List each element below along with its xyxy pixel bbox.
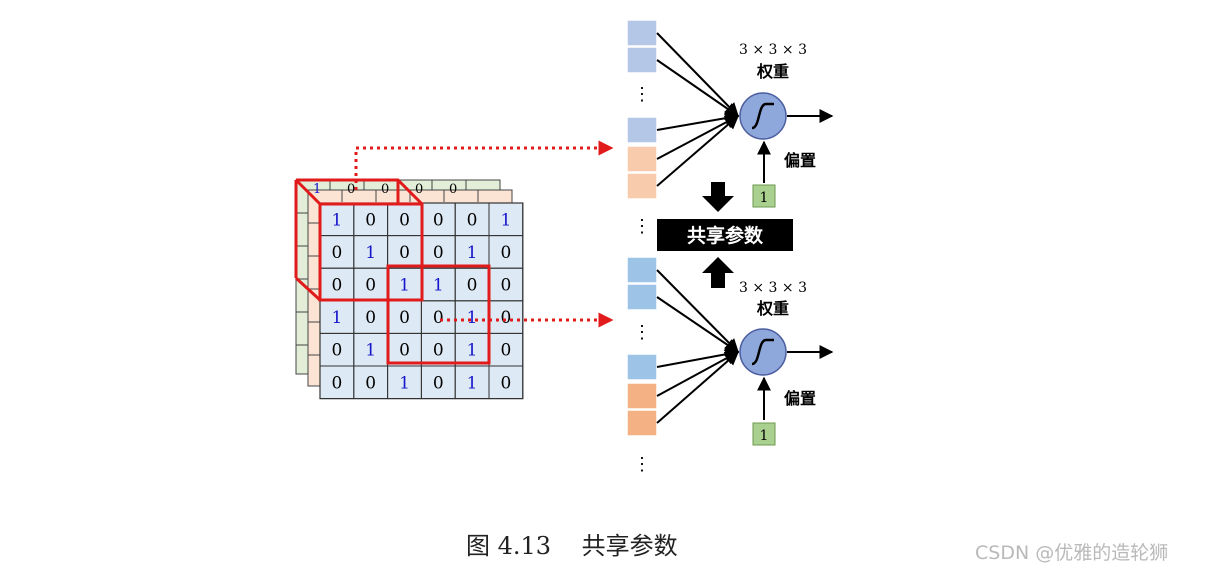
- grid-cell-value: 0: [500, 308, 511, 328]
- bias-value: 1: [760, 428, 769, 444]
- grid-cell-value: 0: [331, 243, 342, 263]
- grid-cell-value: 0: [500, 276, 511, 296]
- grid-cell-value: 1: [500, 210, 511, 230]
- up-arrow-icon: [702, 257, 734, 288]
- grid-cell-value: 1: [331, 308, 342, 328]
- weights-dims: 3 × 3 × 3: [739, 42, 807, 58]
- grid-cell-value: 0: [399, 341, 410, 361]
- figure-caption: 图 4.13 共享参数: [466, 532, 678, 560]
- grid-cell-value: 0: [433, 308, 444, 328]
- input-box: [626, 409, 658, 437]
- bias-value: 1: [760, 190, 769, 206]
- grid-cell-value: 1: [399, 373, 410, 393]
- grid-cell-value: 0: [365, 373, 376, 393]
- ellipsis: ⋮: [633, 216, 651, 237]
- grid-cell-value: 0: [331, 276, 342, 296]
- ellipsis: ⋮: [633, 454, 651, 475]
- input-box: [626, 256, 658, 284]
- grid-cell-value: 0: [365, 276, 376, 296]
- down-arrow-icon: [702, 182, 734, 212]
- watermark: CSDN @优雅的造轮狮: [975, 542, 1169, 564]
- grid-cell-value: 0: [500, 341, 511, 361]
- grid-cell-value: 0: [399, 308, 410, 328]
- grid-cell-value: 0: [365, 210, 376, 230]
- grid-cell-value: 1: [331, 210, 342, 230]
- input-box: [626, 382, 658, 410]
- weights-label: 权重: [756, 299, 789, 318]
- grid-cell-value: 1: [467, 341, 478, 361]
- grid-cell-value: 1: [399, 276, 410, 296]
- grid-cell-value: 0: [331, 373, 342, 393]
- neuron-circle: [739, 92, 787, 140]
- grid-cell-value: 0: [399, 243, 410, 263]
- input-box: [626, 353, 658, 381]
- grid-cell-value: 1: [467, 373, 478, 393]
- grid-cell-value: 1: [467, 308, 478, 328]
- input-box: [626, 19, 658, 47]
- shared-parameters-diagram: 10000 1 0 0 0 0 10 1 0 0 1 00 0 1 1 0 01 0 0 0 1 00 1 0 0 1 00 0 1 0…: [294, 19, 834, 475]
- input-box: [626, 116, 658, 144]
- grid-cell-value: 1: [467, 243, 478, 263]
- grid-cell-value: 1: [433, 276, 444, 296]
- grid-cell-value: 0: [331, 341, 342, 361]
- grid-cell-value: 0: [433, 373, 444, 393]
- back-layer-digit: 0: [347, 182, 355, 197]
- grid-cell-value: 0: [433, 210, 444, 230]
- ellipsis: ⋮: [633, 322, 651, 343]
- neuron-circle: [739, 328, 787, 376]
- grid-cell-value: 0: [467, 276, 478, 296]
- shared-params-label: 共享参数: [687, 224, 764, 247]
- grid-cell-value: 1: [365, 341, 376, 361]
- input-box: [626, 283, 658, 311]
- weights-label: 权重: [756, 62, 789, 81]
- top-neuron-group: ⋮ ⋮ 3 × 3 × 3 权重 偏置 1: [626, 19, 834, 237]
- back-layer-digit: 1: [313, 182, 321, 197]
- input-box: [626, 172, 658, 200]
- back-layer-digit: 0: [449, 182, 457, 197]
- back-layer-digit: 0: [381, 182, 389, 197]
- weights-dims: 3 × 3 × 3: [739, 280, 807, 296]
- grid-cell-value: 1: [365, 243, 376, 263]
- figure-stage: 10000 1000010100100011001000100100100010…: [0, 0, 1210, 570]
- ellipsis: ⋮: [633, 84, 651, 105]
- grid-cell-value: 0: [433, 341, 444, 361]
- bias-label: 偏置: [784, 389, 816, 408]
- back-layer-digit: 0: [415, 182, 423, 197]
- input-box: [626, 46, 658, 74]
- grid-cell-value: 0: [365, 308, 376, 328]
- grid-cell-value: 0: [500, 243, 511, 263]
- bottom-neuron-group: ⋮ ⋮ 3 × 3 × 3 权重 偏置 1: [626, 256, 834, 475]
- grid-cell-value: 0: [433, 243, 444, 263]
- grid-cell-value: 0: [399, 210, 410, 230]
- grid-cell-value: 0: [500, 373, 511, 393]
- bias-label: 偏置: [784, 151, 816, 170]
- grid-cell-value: 0: [467, 210, 478, 230]
- input-box: [626, 145, 658, 173]
